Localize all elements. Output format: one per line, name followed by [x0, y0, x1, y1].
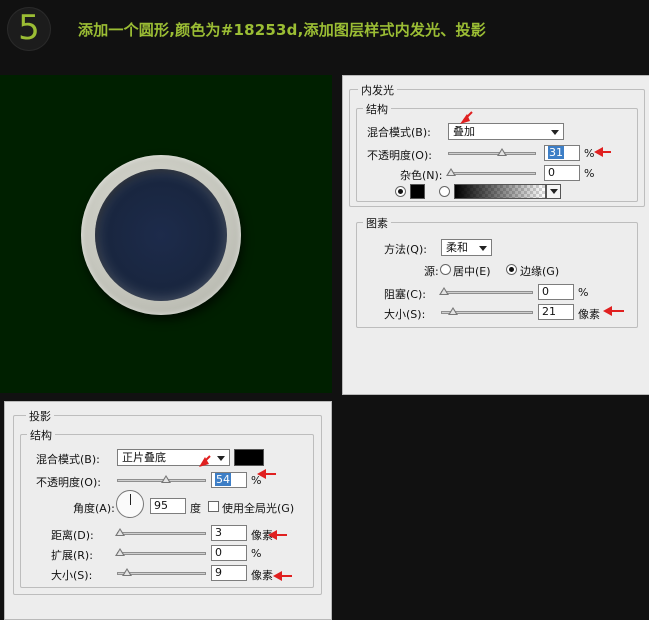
arrow-icon: [460, 111, 473, 124]
arrow-icon: [594, 147, 611, 157]
arrow-icon: [199, 455, 211, 467]
arrow-icon: [257, 469, 276, 479]
arrow-icon: [268, 530, 287, 540]
arrow-icon: [273, 571, 292, 581]
annotation-arrows: [199, 111, 624, 581]
arrow-icon: [603, 306, 624, 316]
